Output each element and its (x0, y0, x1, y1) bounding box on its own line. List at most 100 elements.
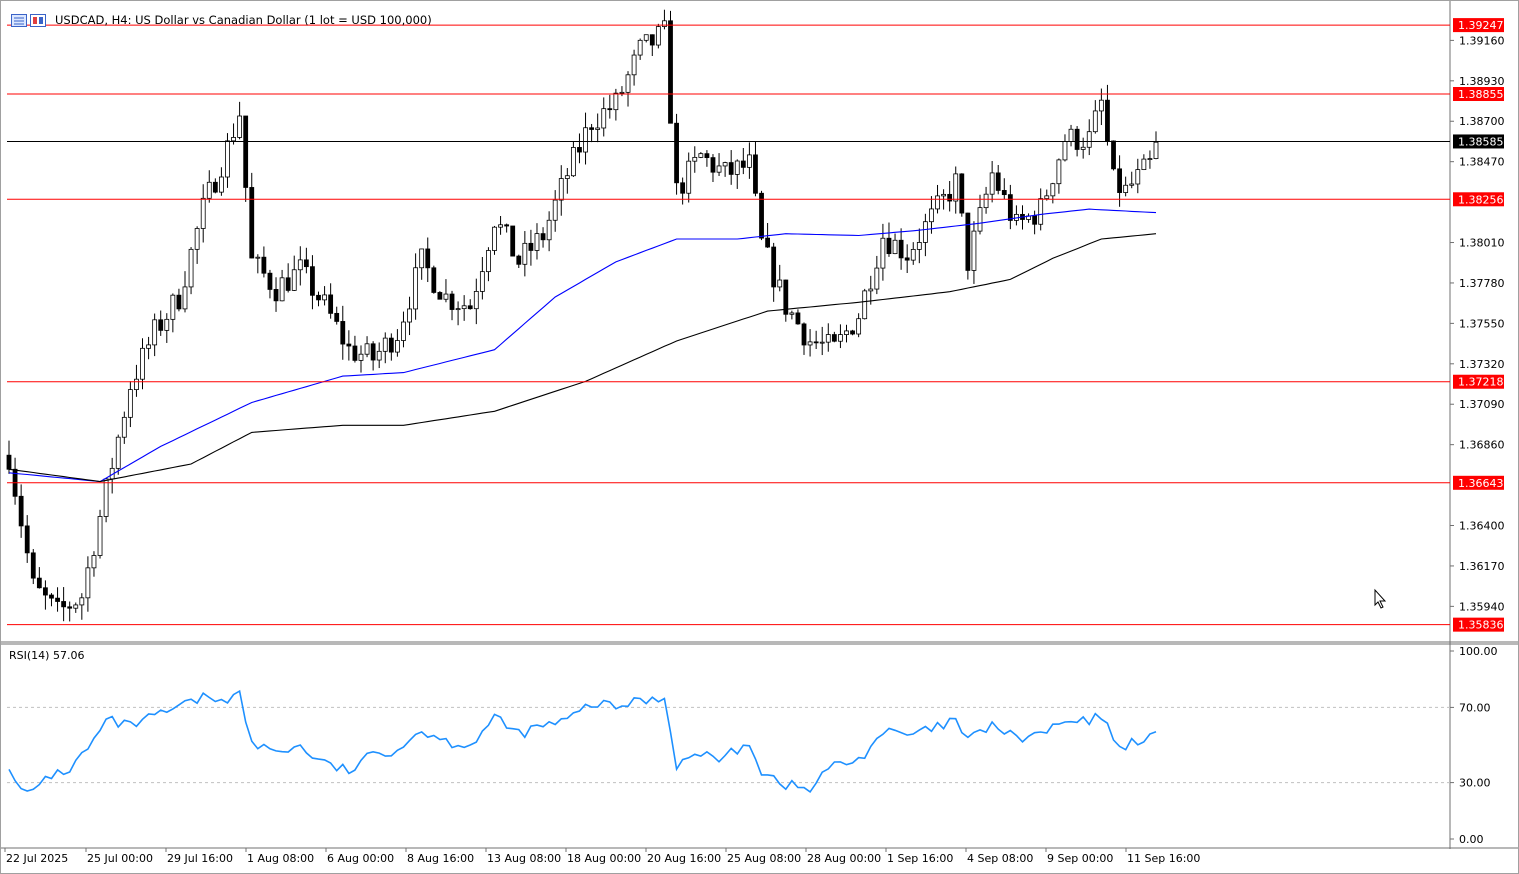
candle-body (680, 182, 686, 194)
candle-body (55, 597, 60, 602)
price-tick-label: 1.37550 (1459, 317, 1505, 330)
candle-body (261, 256, 267, 274)
candle-body (1129, 183, 1135, 186)
candle-body (1044, 195, 1050, 199)
candle-body (831, 334, 837, 342)
candle-body (534, 233, 540, 251)
candle-body (486, 250, 491, 273)
price-tick-label: 1.38010 (1459, 237, 1505, 250)
candle-body (868, 288, 874, 292)
candle-body (1080, 146, 1086, 150)
candle-body (953, 173, 959, 202)
rsi-tick-label: 100.00 (1459, 645, 1498, 658)
candle-body (504, 224, 510, 227)
time-tick-label: 25 Jul 00:00 (87, 852, 153, 865)
candle-body (279, 277, 285, 302)
chart-canvas[interactable]: 1.39160 1.38930 1.38700 1.38470 1.38010 1.377… (1, 1, 1518, 873)
candle-body (607, 108, 613, 111)
candle-body (947, 193, 953, 202)
menu-list-icon[interactable] (11, 13, 27, 27)
candle-body (401, 321, 406, 341)
price-tick-label: 1.37780 (1459, 277, 1505, 290)
candle-body (316, 294, 321, 301)
mouse-cursor-icon (1374, 588, 1387, 609)
candle-body (941, 193, 946, 197)
rsi-line (8, 689, 1157, 794)
candle-body (898, 239, 904, 259)
candle-body (413, 267, 419, 310)
trading-window-icon[interactable] (30, 13, 46, 27)
candle-body (886, 237, 892, 255)
candle-body (358, 353, 364, 361)
candle-body (1086, 131, 1092, 148)
candle-body (1032, 215, 1038, 225)
time-tick-label: 13 Aug 08:00 (487, 852, 561, 865)
candle-body (1147, 158, 1153, 160)
candle-body (134, 378, 139, 391)
candle-body (989, 172, 995, 195)
candle-body (1001, 190, 1007, 196)
candle-body (844, 330, 849, 335)
candle-body (91, 555, 97, 569)
candle-body (686, 160, 692, 194)
candle-body (722, 162, 728, 167)
candle-body (922, 221, 928, 243)
candle-body (564, 175, 570, 179)
candle-body (231, 137, 236, 142)
candle-body (79, 597, 85, 606)
candle-body (1123, 184, 1129, 193)
candle-body (807, 341, 813, 346)
time-tick-label: 25 Aug 08:00 (727, 852, 801, 865)
candle-body (273, 289, 279, 302)
candle-body (704, 153, 710, 159)
price-tick-label: 1.39160 (1459, 34, 1505, 47)
candle-body (291, 269, 297, 291)
candle-body (753, 154, 758, 194)
candle-body (668, 20, 673, 124)
rsi-label: RSI(14) 57.06 (9, 649, 85, 662)
candle-body (1153, 141, 1159, 159)
price-level-value: 1.37218 (1458, 376, 1504, 389)
time-tick-label: 29 Jul 16:00 (167, 852, 233, 865)
candle-body (540, 233, 546, 241)
candle-body (388, 337, 394, 353)
time-tick-label: 1 Sep 16:00 (887, 852, 953, 865)
candle-body (1062, 141, 1068, 161)
chart-window: 1.39160 1.38930 1.38700 1.38470 1.38010 1.377… (0, 0, 1519, 874)
candle-body (225, 140, 230, 178)
chart-title: USDCAD, H4: US Dollar vs Canadian Dollar… (55, 13, 432, 27)
candle-body (97, 516, 103, 556)
candle-body (595, 127, 601, 130)
price-level-value: 1.39247 (1458, 19, 1504, 32)
candle-body (589, 127, 595, 130)
candle-body (801, 323, 807, 346)
rsi-tick-label: 30.00 (1459, 777, 1491, 790)
candle-body (255, 256, 261, 259)
candle-body (1007, 194, 1013, 221)
candle-body (237, 115, 243, 138)
candle-body (382, 337, 388, 352)
candle-body (552, 199, 558, 221)
candle-body (243, 115, 249, 188)
price-level-value: 1.38256 (1458, 193, 1504, 206)
candle-body (995, 172, 1001, 191)
candle-body (176, 294, 182, 310)
candle-body (825, 334, 831, 343)
candle-body (479, 271, 485, 292)
price-tick-label: 1.36400 (1459, 520, 1505, 533)
candle-body (637, 39, 643, 56)
candle-body (880, 237, 886, 269)
candle-body (498, 224, 503, 228)
candle-body (437, 292, 443, 300)
candle-body (765, 237, 770, 248)
candle-body (777, 279, 783, 288)
candle-body (140, 347, 145, 380)
candle-body (461, 305, 467, 310)
candle-body (310, 266, 315, 296)
candle-body (194, 228, 200, 250)
candle-body (18, 495, 24, 527)
candle-body (43, 587, 48, 596)
candle-body (188, 248, 194, 288)
candle-body (67, 606, 73, 609)
candle-body (813, 341, 819, 344)
